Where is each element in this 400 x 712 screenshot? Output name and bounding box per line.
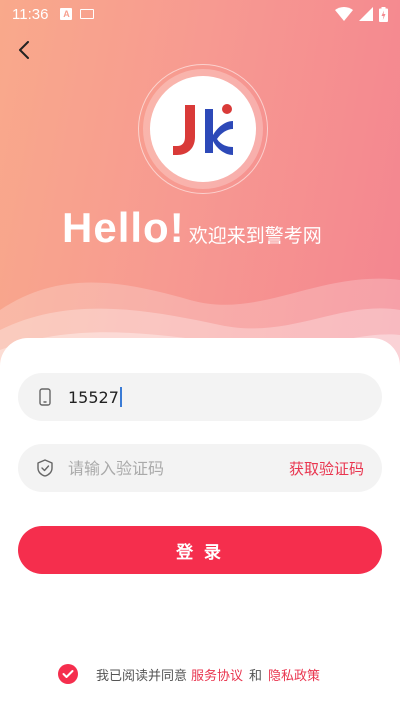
battery-charging-icon bbox=[379, 6, 388, 22]
greeting: Hello ! 欢迎来到警考网 bbox=[62, 204, 322, 252]
code-input[interactable] bbox=[68, 458, 268, 478]
code-field[interactable]: 获取验证码 bbox=[18, 444, 382, 492]
jk-logo-icon bbox=[173, 104, 233, 155]
hero-header: 11:36 A Hello ! 欢迎来到警考网 bbox=[0, 0, 400, 380]
agreement-and: 和 bbox=[249, 668, 263, 684]
status-bar: 11:36 A bbox=[0, 0, 400, 28]
get-code-button[interactable]: 获取验证码 bbox=[289, 458, 364, 479]
agreement-checkbox[interactable] bbox=[58, 664, 78, 684]
wifi-icon bbox=[335, 7, 353, 21]
text-caret bbox=[120, 387, 122, 407]
back-arrow-icon bbox=[19, 41, 29, 59]
shield-icon bbox=[36, 459, 54, 477]
hello-punct: ! bbox=[169, 204, 185, 251]
check-icon bbox=[62, 670, 74, 678]
a-icon: A bbox=[60, 8, 73, 20]
privacy-link[interactable]: 隐私政策 bbox=[268, 665, 320, 684]
keyboard-icon bbox=[80, 9, 95, 19]
status-time: 11:36 bbox=[12, 5, 49, 23]
logo-ring bbox=[138, 64, 268, 194]
login-button[interactable]: 登 录 bbox=[18, 526, 382, 574]
agreement-prefix: 我已阅读并同意 bbox=[96, 668, 188, 684]
agreement-row: 我已阅读并同意 服务协议 和 隐私政策 bbox=[58, 664, 320, 684]
welcome-text: 欢迎来到警考网 bbox=[188, 225, 322, 247]
phone-input[interactable] bbox=[68, 387, 122, 407]
logo bbox=[150, 76, 256, 182]
phone-icon bbox=[36, 388, 54, 406]
terms-link[interactable]: 服务协议 bbox=[191, 665, 243, 684]
signal-icon bbox=[359, 7, 373, 21]
phone-field[interactable] bbox=[18, 373, 382, 421]
hello-text: Hello bbox=[62, 204, 170, 251]
back-button[interactable] bbox=[12, 38, 36, 62]
